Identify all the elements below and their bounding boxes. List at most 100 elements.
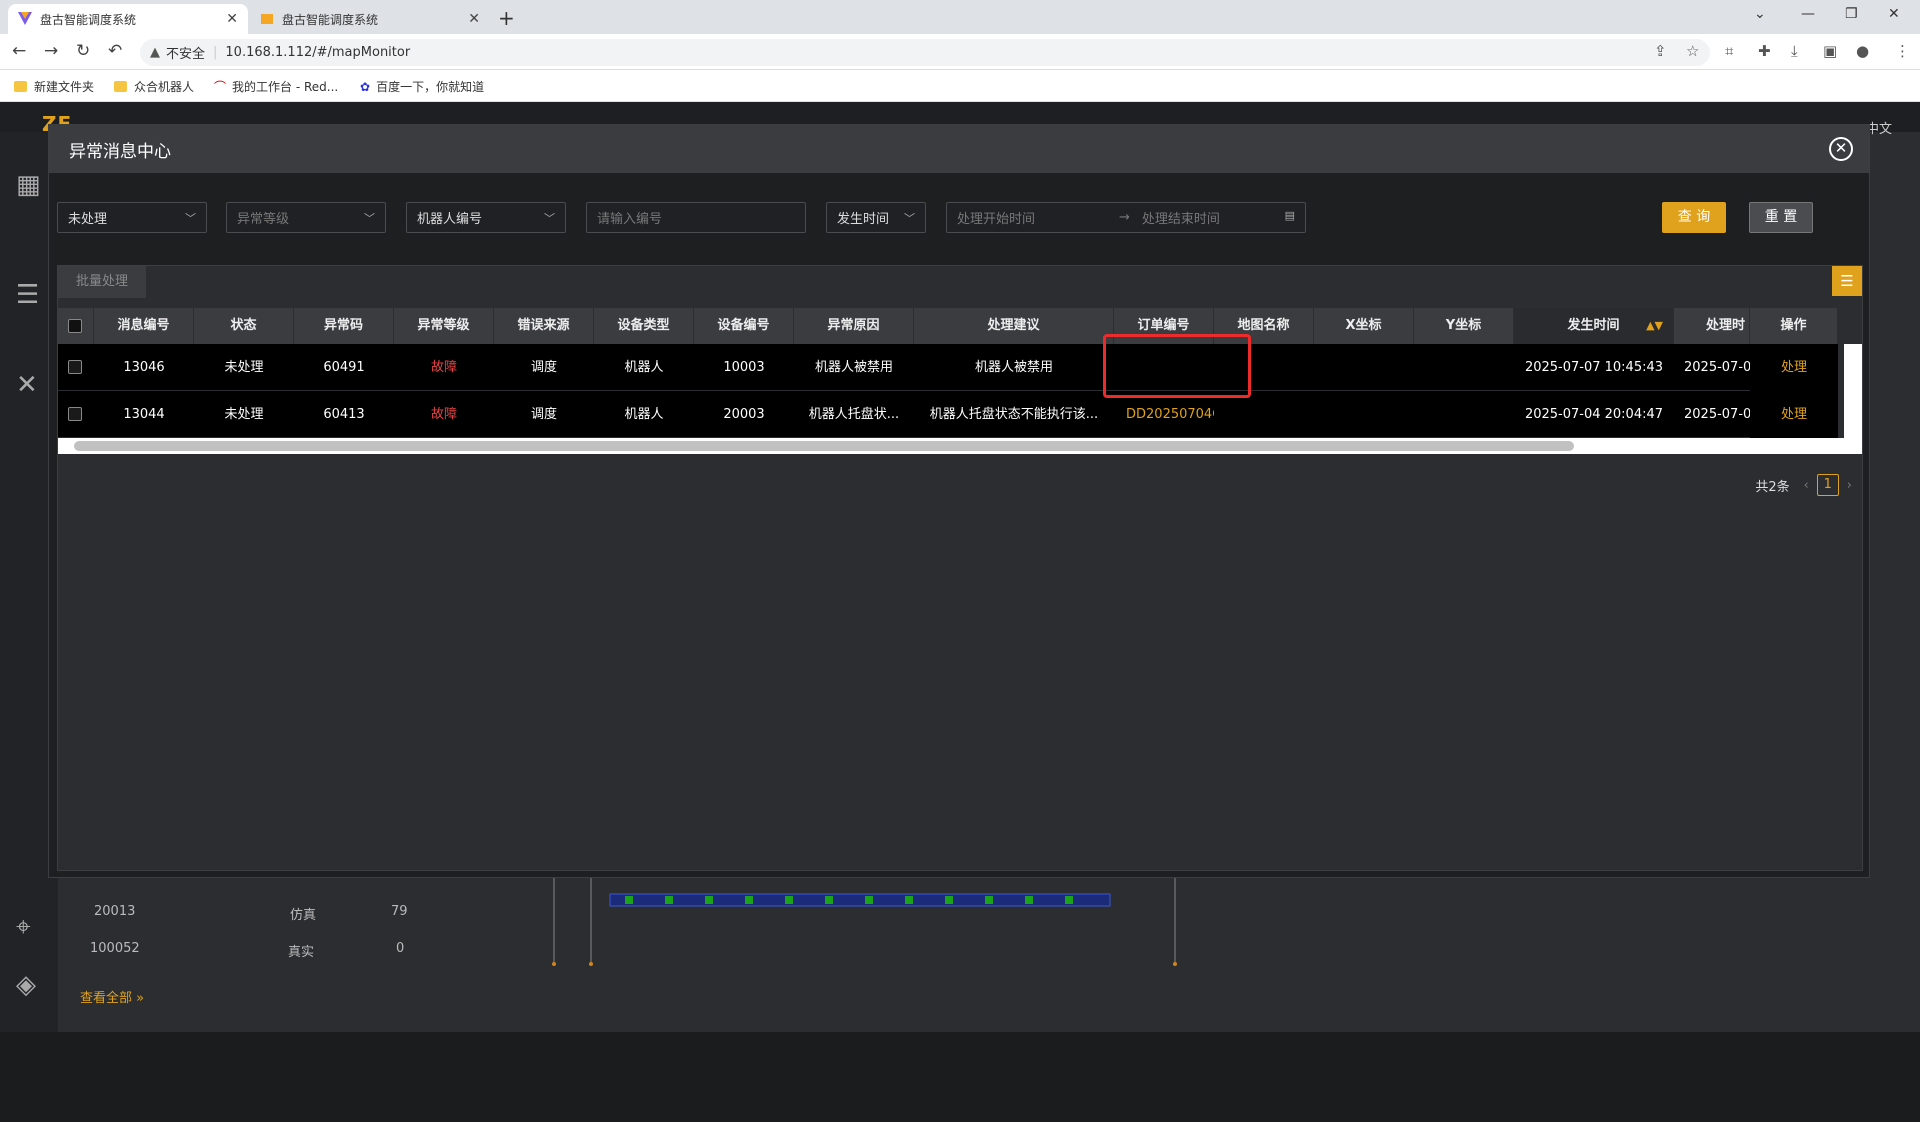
calendar-icon: ▤ — [1284, 209, 1295, 222]
share-icon[interactable]: ⇪ — [1654, 42, 1667, 60]
table-header: 消息编号 状态 异常码 异常等级 错误来源 设备类型 设备编号 异常原因 处理建… — [58, 308, 1838, 344]
chevron-down-icon: ﹀ — [544, 212, 555, 225]
highlight-box — [1103, 334, 1251, 398]
pagination: 共2条 ‹ 1 › — [1755, 474, 1852, 496]
tab-title: 盘古智能调度系统 — [282, 12, 379, 27]
reset-button[interactable]: 重 置 — [1749, 202, 1813, 233]
minimize-icon[interactable]: — — [1801, 6, 1815, 22]
security-label: 不安全 — [166, 47, 206, 62]
arrow-right-icon: → — [1119, 210, 1130, 225]
crop-icon[interactable]: ⌗ — [1725, 42, 1733, 60]
process-link[interactable]: 处理 — [1750, 391, 1838, 438]
close-icon[interactable]: ✕ — [1829, 137, 1853, 161]
forward-icon[interactable]: → — [44, 41, 58, 61]
target-icon[interactable]: ⌖ — [16, 912, 31, 943]
order-link[interactable]: DD20250704C — [1114, 391, 1214, 438]
close-tab-icon[interactable]: ✕ — [226, 11, 238, 27]
reload-icon[interactable]: ↻ — [76, 41, 90, 61]
column-header: 消息编号 — [94, 308, 194, 344]
batch-process-button[interactable]: 批量处理 — [58, 266, 146, 298]
chevron-down-icon: ﹀ — [904, 212, 915, 225]
menu-icon[interactable]: ⋮ — [1895, 42, 1910, 60]
bookmark-item[interactable]: 新建文件夹 — [14, 78, 94, 95]
folder-icon — [14, 81, 27, 92]
browser-tabbar: 盘古智能调度系统 ✕ 盘古智能调度系统 ✕ + ⌄ — ❐ ✕ — [0, 0, 1920, 34]
browser-tab-2[interactable]: 盘古智能调度系统 ✕ — [250, 4, 490, 34]
window-close-icon[interactable]: ✕ — [1888, 6, 1900, 22]
list-icon[interactable]: ☰ — [16, 280, 39, 310]
url-field[interactable]: ▲ 不安全 | 10.168.1.112/#/mapMonitor — [140, 39, 1710, 66]
browser-tab-1[interactable]: 盘古智能调度系统 ✕ — [8, 4, 248, 34]
column-header: X坐标 — [1314, 308, 1414, 344]
column-header: 设备类型 — [594, 308, 694, 344]
modal-header: 异常消息中心 ✕ — [49, 125, 1869, 173]
status-select[interactable]: 未处理 ﹀ — [57, 202, 207, 233]
exception-message-modal: 异常消息中心 ✕ 未处理 ﹀ 异常等级 ﹀ 机器人编号 ﹀ 请输入编号 发生时间 ﹀ 处… — [48, 124, 1870, 878]
tab-title: 盘古智能调度系统 — [40, 12, 137, 27]
page-number[interactable]: 1 — [1816, 474, 1839, 496]
select-all-checkbox[interactable] — [68, 319, 82, 333]
close-tab-icon[interactable]: ✕ — [468, 11, 480, 27]
tab-search-icon[interactable]: ⌄ — [1754, 6, 1766, 22]
level-select[interactable]: 异常等级 ﹀ — [226, 202, 386, 233]
redmine-icon: ⌒ — [214, 80, 227, 94]
table-row[interactable]: 13046 未处理 60491 故障 调度 机器人 10003 机器人被禁用 机… — [58, 344, 1838, 391]
date-range-picker[interactable]: 处理开始时间 → 处理结束时间 ▤ — [946, 202, 1306, 233]
column-header: 错误来源 — [494, 308, 594, 344]
level-badge: 故障 — [430, 407, 457, 422]
bookmark-item[interactable]: ⌒ 我的工作台 - Red... — [214, 78, 338, 95]
view-all-link[interactable]: 查看全部 » — [80, 987, 144, 1006]
table-panel: 批量处理 ☰ 消息编号 状态 异常码 异常等级 错误来源 设备类型 设备编号 异… — [57, 265, 1863, 871]
app-logo-icon — [261, 14, 273, 24]
column-header: 设备编号 — [694, 308, 794, 344]
star-icon[interactable]: ☆ — [1686, 42, 1699, 60]
tools-icon[interactable]: ✕ — [16, 370, 38, 400]
time-type-select[interactable]: 发生时间 ﹀ — [826, 202, 926, 233]
chevron-down-icon: ﹀ — [364, 212, 375, 225]
warning-icon: ▲ — [150, 45, 160, 60]
column-header: 处理建议 — [914, 308, 1114, 344]
table-row[interactable]: 13044 未处理 60413 故障 调度 机器人 20003 机器人托盘状..… — [58, 391, 1838, 438]
column-header: 异常原因 — [794, 308, 914, 344]
row-checkbox[interactable] — [68, 360, 82, 374]
column-header: Y坐标 — [1414, 308, 1514, 344]
app-logo-icon — [18, 12, 32, 25]
sidepanel-icon[interactable]: ▣ — [1823, 42, 1837, 60]
profile-icon[interactable]: ● — [1856, 42, 1869, 60]
horizontal-scrollbar[interactable] — [58, 438, 1862, 454]
column-header: 操作 — [1750, 308, 1838, 344]
robot-select[interactable]: 机器人编号 ﹀ — [406, 202, 566, 233]
map-view[interactable] — [450, 872, 1870, 1122]
scrollbar-thumb[interactable] — [74, 441, 1574, 451]
bookmark-item[interactable]: ✿ 百度一下，你就知道 — [360, 78, 484, 95]
column-list-icon[interactable]: ☰ — [1832, 266, 1862, 296]
new-tab-button[interactable]: + — [498, 6, 515, 30]
column-header-sortable[interactable]: 发生时间 ▲▼ — [1514, 308, 1674, 344]
column-header: 异常等级 — [394, 308, 494, 344]
back-icon[interactable]: ← — [12, 41, 26, 61]
chevron-down-icon: ﹀ — [185, 212, 196, 225]
dashboard-icon[interactable]: ▦ — [16, 170, 41, 200]
baidu-icon: ✿ — [360, 79, 371, 94]
modal-title: 异常消息中心 — [69, 141, 171, 162]
query-button[interactable]: 查 询 — [1662, 202, 1726, 233]
maximize-icon[interactable]: ❐ — [1845, 6, 1858, 22]
bookmark-item[interactable]: 众合机器人 — [114, 78, 194, 95]
prev-page-icon[interactable]: ‹ — [1804, 478, 1809, 493]
bookmarks-bar: 新建文件夹 众合机器人 ⌒ 我的工作台 - Red... ✿ 百度一下，你就知道 — [0, 70, 1920, 102]
download-icon[interactable]: ⤓ — [1791, 42, 1798, 60]
process-link[interactable]: 处理 — [1750, 344, 1838, 391]
next-page-icon[interactable]: › — [1847, 478, 1852, 493]
layers-icon[interactable]: ◈ — [16, 970, 36, 1000]
undo-icon[interactable]: ↶ — [108, 41, 122, 61]
id-input[interactable]: 请输入编号 — [586, 202, 806, 233]
extensions-icon[interactable]: ✚ — [1758, 42, 1771, 60]
column-header: 异常码 — [294, 308, 394, 344]
vertical-scrollbar[interactable] — [1844, 344, 1862, 438]
column-header: 处理时 — [1674, 308, 1750, 344]
sort-icon[interactable]: ▲▼ — [1646, 308, 1663, 344]
level-badge: 故障 — [430, 360, 457, 375]
row-checkbox[interactable] — [68, 407, 82, 421]
address-bar: ← → ↻ ↶ ▲ 不安全 | 10.168.1.112/#/mapMonito… — [0, 34, 1920, 70]
url-text: 10.168.1.112/#/mapMonitor — [225, 45, 411, 60]
